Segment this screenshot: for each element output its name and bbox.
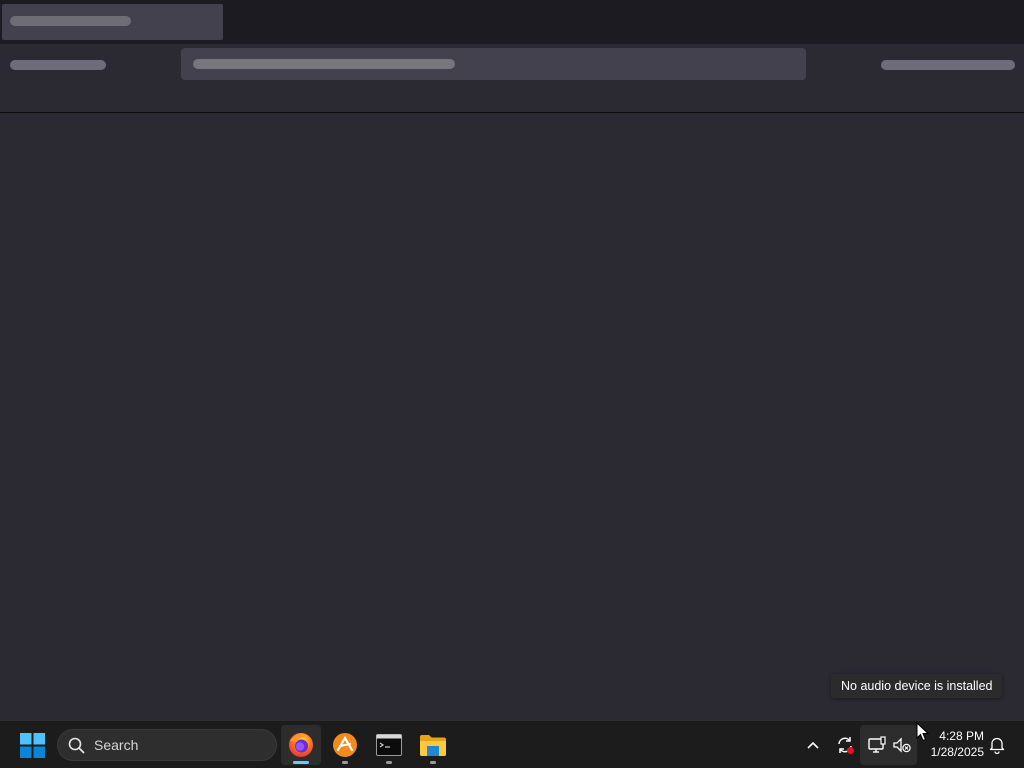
page-content-area [0,113,1024,720]
desktop-screen: No audio device is installed Search 4:28… [0,0,1024,768]
search-label: Search [94,737,139,753]
notification-tooltip: No audio device is installed [831,674,1003,698]
firefox-icon [289,733,313,757]
windows-logo-icon [19,732,45,758]
notifications-button[interactable] [985,733,1009,757]
taskbar-app-file-explorer[interactable] [413,725,453,765]
taskbar-app-firefox[interactable] [281,725,321,765]
taskbar-search-box[interactable]: Search [57,729,277,761]
running-indicator [386,761,392,764]
address-bar[interactable] [181,48,806,80]
taskbar: Search 4:28 PM 1/28/2025 [0,720,1024,768]
network-volume-group[interactable] [860,725,917,765]
tab-title-placeholder [10,16,131,26]
active-indicator [293,761,309,764]
bell-icon [989,737,1005,754]
search-icon [68,737,85,754]
browser-tab-strip [0,0,1024,44]
network-icon [868,736,886,753]
toolbar-placeholder [881,60,1015,70]
taskbar-app-terminal[interactable] [369,725,409,765]
start-button[interactable] [16,730,48,760]
browser-nav-bar [0,44,1024,113]
browser-tab[interactable] [2,4,223,40]
show-hidden-icons-button[interactable] [801,733,825,757]
speaker-muted-icon [893,737,911,753]
chevron-up-icon [807,741,819,749]
address-placeholder [193,59,455,69]
folder-icon [420,735,446,756]
network-status [865,733,889,757]
mouse-cursor-icon [916,722,930,742]
terminal-icon [376,734,402,756]
clock-date: 1/28/2025 [930,745,984,759]
nav-buttons-placeholder [10,60,106,70]
sync-icon [838,737,854,754]
orange-app-icon [333,733,357,757]
running-indicator [430,761,436,764]
volume-status [890,733,914,757]
taskbar-app-orange[interactable] [325,725,365,765]
running-indicator [342,761,348,764]
sync-status-button[interactable] [833,733,857,757]
